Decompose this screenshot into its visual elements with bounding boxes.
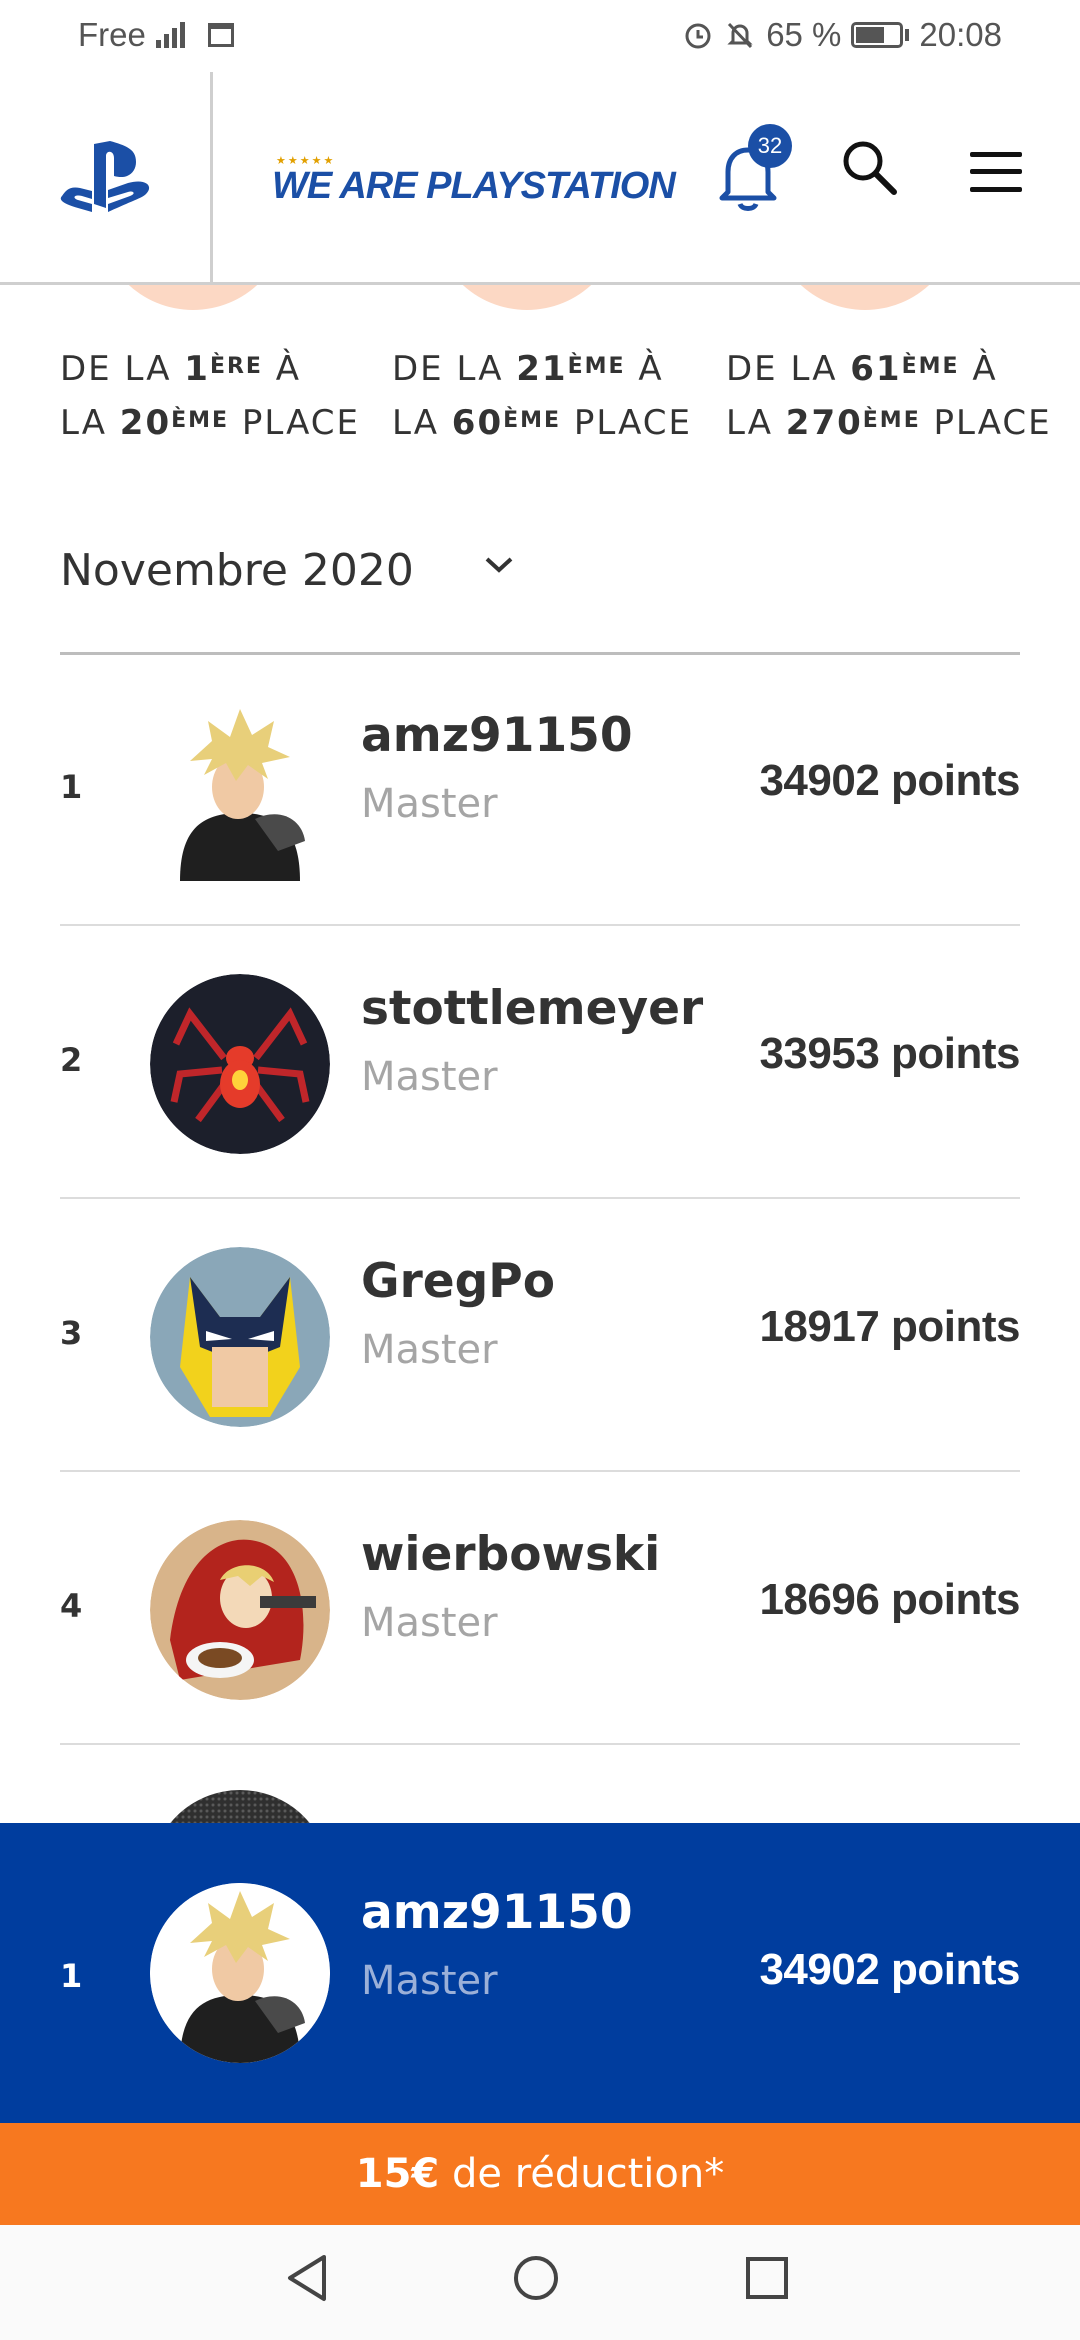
header-divider — [210, 72, 213, 282]
points-value: 34902 points — [759, 1945, 1020, 1994]
rank-number: 4 — [60, 1587, 83, 1625]
month-select[interactable]: Novembre 2020 — [60, 545, 414, 596]
rank-number: 2 — [60, 1041, 83, 1079]
username[interactable]: wierbowski — [361, 1527, 660, 1582]
rank-number: 1 — [60, 1957, 83, 1995]
user-level: Master — [361, 1958, 498, 2004]
chevron-down-icon[interactable] — [484, 555, 514, 575]
mute-bell-icon — [727, 22, 753, 49]
battery-percent: 65 % — [766, 16, 842, 53]
leaderboard-row[interactable]: 1 amz91150 Master 34902 points — [60, 656, 1020, 926]
playstation-logo-icon[interactable] — [58, 138, 154, 218]
user-level: Master — [361, 1600, 498, 1646]
tier-range-2: DE LA 21ÈME À LA 60ÈME PLACE — [392, 349, 692, 443]
calendar-icon — [207, 23, 234, 47]
cloud-strife-avatar[interactable] — [150, 1883, 330, 2063]
alarm-icon — [685, 23, 711, 49]
current-user-rank-bar[interactable]: 1 amz91150 Master 34902 points — [0, 1823, 1080, 2123]
promo-amount: 15€ — [355, 2151, 440, 2197]
cloud-strife-avatar[interactable] — [150, 701, 330, 881]
leaderboard-row[interactable]: 4 wierbowski Master 18696 points — [60, 1475, 1020, 1745]
brand-logo[interactable]: ★★★★★ WE ARE PLAYSTATION — [272, 154, 676, 207]
user-level: Master — [361, 1327, 498, 1373]
rank-number: 3 — [60, 1314, 83, 1352]
points-value: 34902 points — [759, 756, 1020, 805]
leaderboard-row[interactable]: 2 stottlemeyer Master 33953 points — [60, 929, 1020, 1199]
search-icon[interactable] — [840, 138, 898, 196]
menu-icon[interactable] — [970, 152, 1022, 192]
red-hood-avatar[interactable] — [150, 1520, 330, 1700]
tier-range-1: DE LA 1ÈRE À LA 20ÈME PLACE — [60, 349, 360, 443]
user-level: Master — [361, 781, 498, 827]
divider — [60, 652, 1020, 655]
user-level: Master — [361, 1054, 498, 1100]
system-nav-bar — [0, 2225, 1080, 2340]
status-bar: Free 65 % 20:08 — [0, 0, 1080, 72]
brand-text: WE ARE PLAYSTATION — [272, 165, 676, 207]
username[interactable]: amz91150 — [361, 708, 633, 763]
divider — [60, 1743, 1020, 1745]
site-header: ★★★★★ WE ARE PLAYSTATION 32 — [0, 72, 1080, 285]
divider — [60, 1470, 1020, 1472]
back-icon[interactable] — [284, 2253, 330, 2303]
clock: 20:08 — [919, 16, 1002, 53]
recent-apps-icon[interactable] — [746, 2257, 788, 2299]
points-value: 18917 points — [759, 1302, 1020, 1351]
carrier-label: Free — [78, 16, 146, 53]
username[interactable]: GregPo — [361, 1254, 555, 1309]
leaderboard-row[interactable]: 3 GregPo Master 18917 points — [60, 1202, 1020, 1472]
spider-emblem-avatar[interactable] — [150, 974, 330, 1154]
promo-text: de réduction* — [439, 2151, 725, 2197]
tier-range-3: DE LA 61ÈME À LA 270ÈME PLACE — [726, 349, 1052, 443]
promo-banner[interactable]: 15€ de réduction* — [0, 2123, 1080, 2225]
battery-icon — [851, 22, 904, 48]
divider — [60, 924, 1020, 926]
username[interactable]: stottlemeyer — [361, 981, 703, 1036]
signal-icon — [152, 20, 192, 50]
notification-count-badge[interactable]: 32 — [748, 124, 792, 168]
home-icon[interactable] — [514, 2256, 558, 2300]
points-value: 18696 points — [759, 1575, 1020, 1624]
username[interactable]: amz91150 — [361, 1885, 633, 1940]
points-value: 33953 points — [759, 1029, 1020, 1078]
rank-number: 1 — [60, 768, 83, 806]
wolverine-mask-avatar[interactable] — [150, 1247, 330, 1427]
divider — [60, 1197, 1020, 1199]
